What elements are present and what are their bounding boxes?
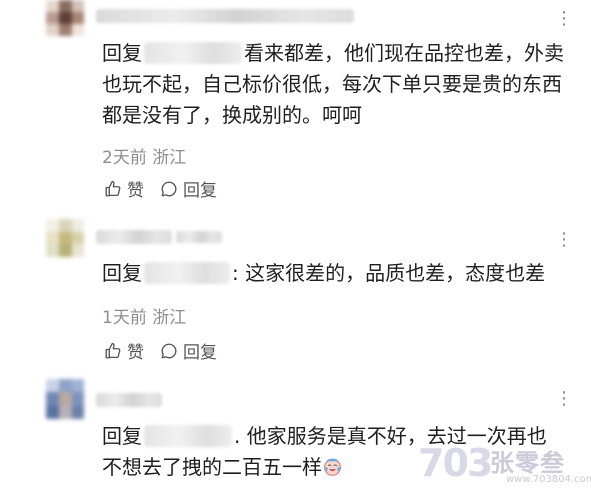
reply-prefix: 回复	[102, 261, 142, 285]
more-options-icon[interactable]: ⋮	[555, 10, 573, 28]
reply-prefix: 回复	[102, 41, 142, 65]
username[interactable]	[96, 230, 172, 244]
avatar[interactable]	[46, 379, 84, 419]
username[interactable]	[96, 393, 162, 407]
username-suffix	[176, 231, 222, 243]
watermark-chinese: 张零叁	[490, 449, 565, 477]
mentioned-user[interactable]	[144, 425, 232, 447]
like-button[interactable]: 赞	[104, 338, 144, 363]
thumbs-up-icon	[105, 342, 121, 358]
like-label: 赞	[127, 343, 144, 363]
comment-meta: 1天前 浙江	[102, 308, 187, 328]
watermark-url: www.703804.com	[506, 474, 591, 485]
username[interactable]	[96, 9, 354, 23]
comment-text-line2: 不想去了拽的二百五一样	[102, 455, 322, 479]
comment-text: : 这家很差的，品质也差，态度也差	[232, 261, 546, 285]
comment-actions: 赞 回复	[104, 338, 233, 363]
thumbs-up-icon	[105, 180, 121, 196]
mentioned-user[interactable]	[144, 262, 230, 284]
comment-body: 回复 : 这家很差的，品质也差，态度也差	[102, 258, 580, 289]
comment-bubble-icon	[161, 343, 177, 358]
like-button[interactable]: 赞	[104, 176, 144, 201]
reply-prefix: 回复	[102, 424, 142, 448]
avatar[interactable]	[46, 219, 84, 257]
crying-laughing-emoji-icon	[324, 458, 341, 476]
avatar[interactable]	[46, 0, 84, 36]
comment-meta: 2天前 浙江	[102, 148, 187, 168]
comment-actions: 赞 回复	[104, 176, 233, 201]
site-watermark: 703 张零叁 www.703804.com	[418, 441, 591, 491]
reply-label: 回复	[183, 181, 217, 201]
reply-button[interactable]: 回复	[160, 176, 217, 201]
more-options-icon[interactable]: ⋮	[555, 390, 573, 408]
more-options-icon[interactable]: ⋮	[555, 231, 573, 249]
comment-body: 回复 看来都差，他们现在品控也差，外卖也玩不起，自己标价很低，每次下单只要是贵的东…	[102, 38, 580, 131]
reply-label: 回复	[183, 343, 217, 363]
watermark-logo: 703	[418, 441, 493, 485]
mentioned-user[interactable]	[144, 42, 242, 64]
reply-button[interactable]: 回复	[160, 338, 217, 363]
comment-bubble-icon	[161, 181, 177, 196]
like-label: 赞	[127, 181, 144, 201]
